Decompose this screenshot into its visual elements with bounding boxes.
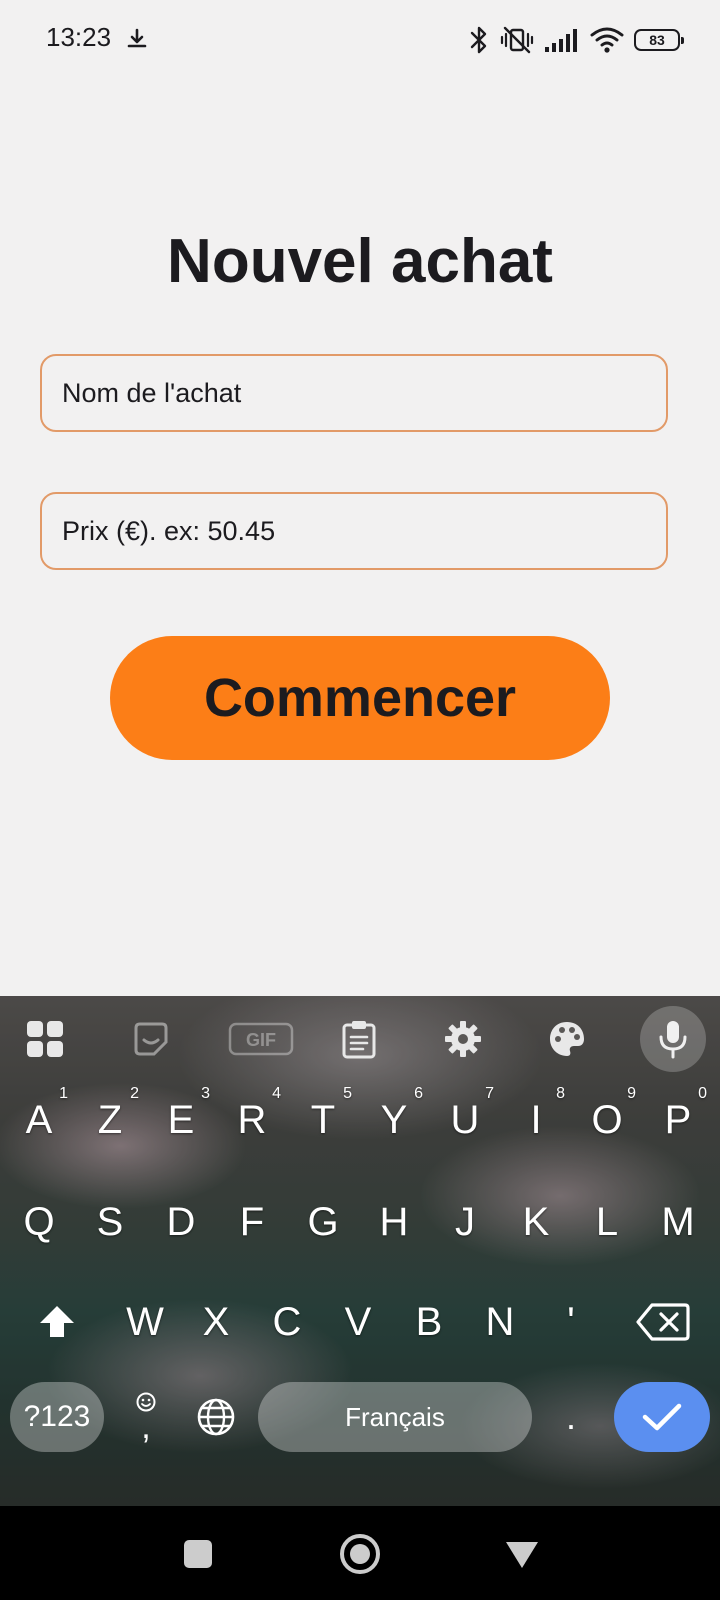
space-key[interactable]: Français <box>258 1382 532 1452</box>
settings-icon[interactable] <box>440 1016 486 1062</box>
backspace-key[interactable] <box>626 1282 700 1362</box>
status-time: 13:23 <box>46 22 112 52</box>
key-v[interactable]: V <box>323 1282 393 1362</box>
language-globe-key[interactable] <box>188 1382 244 1452</box>
key-k[interactable]: K <box>501 1182 571 1262</box>
key-z[interactable]: Z2 <box>75 1080 145 1160</box>
key-hint: 9 <box>627 1085 636 1102</box>
signal-icon <box>545 29 577 52</box>
key-l[interactable]: L <box>572 1182 642 1262</box>
key-label: A <box>25 1097 53 1142</box>
key-c[interactable]: C <box>252 1282 322 1362</box>
key-x[interactable]: X <box>181 1282 251 1362</box>
key-f[interactable]: F <box>217 1182 287 1262</box>
enter-key[interactable] <box>614 1382 710 1452</box>
key-m[interactable]: M <box>643 1182 713 1262</box>
gif-icon[interactable]: GIF <box>226 1016 296 1062</box>
battery-icon: 83 <box>634 29 684 51</box>
wifi-icon <box>590 27 624 53</box>
checkmark-icon <box>642 1403 682 1431</box>
svg-text:GIF: GIF <box>246 1030 276 1050</box>
globe-icon <box>197 1398 235 1436</box>
comma-label: , <box>141 1408 151 1446</box>
key-q[interactable]: Q <box>4 1182 74 1262</box>
key-i[interactable]: I8 <box>501 1080 571 1160</box>
page-title: Nouvel achat <box>167 227 553 296</box>
apps-grid-icon[interactable] <box>22 1016 68 1062</box>
key-h[interactable]: H <box>359 1182 429 1262</box>
status-icons: 83 <box>468 20 684 60</box>
key-y[interactable]: Y6 <box>359 1080 429 1160</box>
key-o[interactable]: O9 <box>572 1080 642 1160</box>
bluetooth-icon <box>470 26 487 54</box>
key-hint: 4 <box>272 1085 281 1102</box>
key-g[interactable]: G <box>288 1182 358 1262</box>
sticker-icon[interactable] <box>128 1016 174 1062</box>
key-label: I <box>530 1097 542 1142</box>
back-triangle-icon[interactable] <box>500 1532 544 1576</box>
start-button[interactable]: Commencer <box>110 636 610 760</box>
key-b[interactable]: B <box>394 1282 464 1362</box>
period-key[interactable]: . <box>544 1382 598 1452</box>
key-d[interactable]: D <box>146 1182 216 1262</box>
purchase-price-field[interactable] <box>40 492 668 570</box>
key-r[interactable]: R4 <box>217 1080 287 1160</box>
key-label: U <box>450 1097 480 1142</box>
symbols-key[interactable]: ?123 <box>10 1382 104 1452</box>
key-apostrophe[interactable]: ' <box>536 1282 606 1362</box>
vibrate-off-icon <box>500 26 534 54</box>
palette-icon[interactable] <box>544 1016 590 1062</box>
key-label: Y <box>380 1097 408 1142</box>
microphone-icon[interactable] <box>640 1006 706 1072</box>
recents-square-icon[interactable] <box>176 1532 220 1576</box>
navigation-bar <box>0 1506 720 1600</box>
key-s[interactable]: S <box>75 1182 145 1262</box>
battery-level: 83 <box>649 32 665 48</box>
key-w[interactable]: W <box>110 1282 180 1362</box>
key-e[interactable]: E3 <box>146 1080 216 1160</box>
purchase-name-field[interactable] <box>40 354 668 432</box>
key-hint: 5 <box>343 1085 352 1102</box>
keyboard-toolbar: GIF <box>0 996 720 1082</box>
key-hint: 8 <box>556 1085 565 1102</box>
shift-arrow-icon <box>40 1306 74 1337</box>
key-label: T <box>310 1097 336 1142</box>
home-circle-icon[interactable] <box>338 1532 382 1576</box>
key-label: Z <box>97 1097 123 1142</box>
download-icon <box>127 28 147 48</box>
key-hint: 6 <box>414 1085 423 1102</box>
key-u[interactable]: U7 <box>430 1080 500 1160</box>
key-label: E <box>167 1097 195 1142</box>
purchase-name-input[interactable] <box>42 356 666 430</box>
key-label: P <box>664 1097 692 1142</box>
backspace-icon <box>636 1303 690 1341</box>
keyboard: G I F A 1 Z 2 E 3 R 4 T 5 Y 6 U 7 I 8 O 9 … <box>0 996 720 1506</box>
key-hint: 2 <box>130 1085 139 1102</box>
key-hint: 1 <box>59 1085 68 1102</box>
key-label: R <box>237 1097 267 1142</box>
key-hint: 0 <box>698 1085 707 1102</box>
clipboard-icon[interactable] <box>336 1016 382 1062</box>
emoji-comma-key[interactable]: , <box>118 1376 174 1456</box>
key-label: O <box>591 1097 623 1142</box>
key-n[interactable]: N <box>465 1282 535 1362</box>
status-bar: 13:23 83 <box>0 0 720 80</box>
key-hint: 7 <box>485 1085 494 1102</box>
key-hint: 3 <box>201 1085 210 1102</box>
key-a[interactable]: A1 <box>4 1080 74 1160</box>
shift-key[interactable] <box>20 1282 94 1362</box>
purchase-price-input[interactable] <box>42 494 666 568</box>
key-t[interactable]: T5 <box>288 1080 358 1160</box>
key-p[interactable]: P0 <box>643 1080 713 1160</box>
key-j[interactable]: J <box>430 1182 500 1262</box>
